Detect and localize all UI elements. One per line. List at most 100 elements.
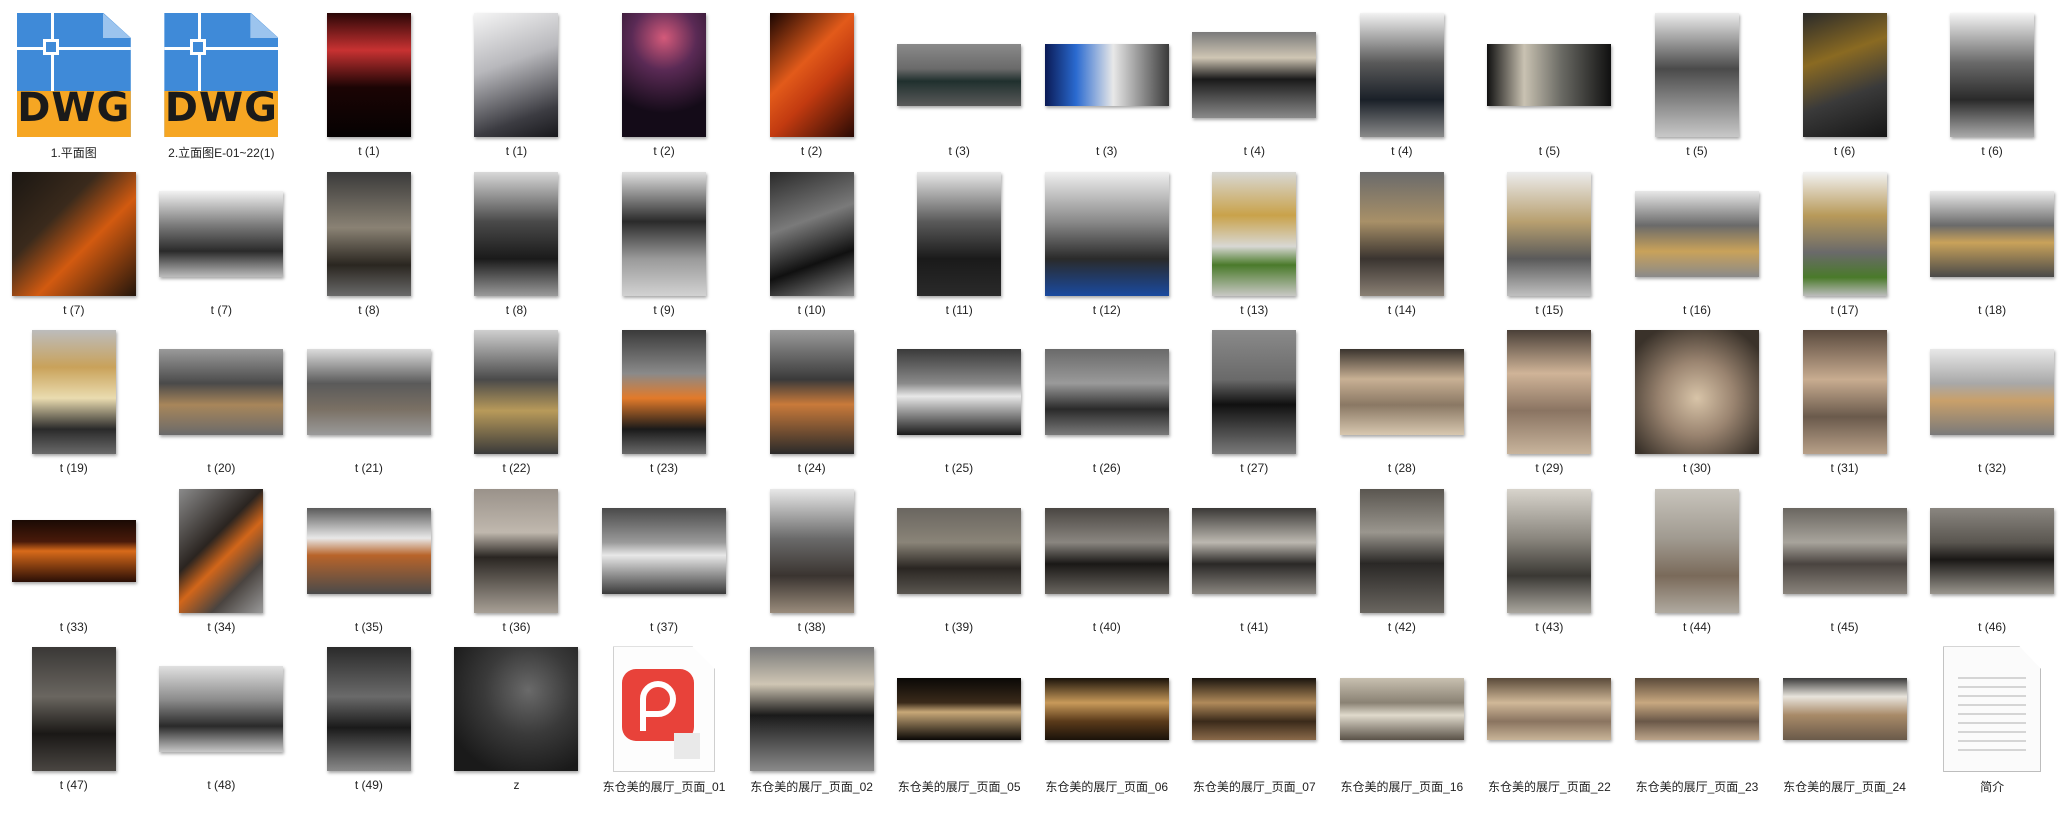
file-item[interactable]: DWG 2.立面图E-01~22(1)	[148, 10, 296, 169]
image-thumbnail	[622, 330, 707, 455]
file-name-label: 东仓美的展厅_页面_23	[1635, 780, 1759, 795]
file-item[interactable]: t (47)	[0, 644, 148, 803]
file-name-label: t (40)	[1092, 619, 1121, 634]
image-thumbnail	[1654, 13, 1739, 137]
file-name-label: t (47)	[59, 778, 88, 793]
file-item[interactable]: 东仓美的展厅_页面_01	[590, 644, 738, 803]
file-name-label: t (10)	[797, 302, 826, 317]
file-item[interactable]: t (8)	[443, 169, 591, 328]
file-item[interactable]: t (40)	[1033, 486, 1181, 645]
file-item[interactable]: t (45)	[1771, 486, 1919, 645]
thumbnail-container	[304, 327, 434, 457]
file-item[interactable]: 东仓美的展厅_页面_22	[1476, 644, 1624, 803]
file-item[interactable]: t (5)	[1476, 10, 1624, 169]
file-item[interactable]: t (14)	[1328, 169, 1476, 328]
file-item[interactable]: 东仓美的展厅_页面_07	[1181, 644, 1329, 803]
file-item[interactable]: t (35)	[295, 486, 443, 645]
thumbnail-container	[894, 10, 1024, 140]
file-item[interactable]: t (21)	[295, 327, 443, 486]
file-item[interactable]: 东仓美的展厅_页面_05	[885, 644, 1033, 803]
file-item[interactable]: t (26)	[1033, 327, 1181, 486]
file-item[interactable]: 简介	[1918, 644, 2066, 803]
thumbnail-container	[156, 486, 286, 616]
file-item[interactable]: 东仓美的展厅_页面_16	[1328, 644, 1476, 803]
file-item[interactable]: t (15)	[1476, 169, 1624, 328]
file-item[interactable]: t (22)	[443, 327, 591, 486]
file-name-label: t (3)	[1096, 144, 1118, 158]
file-item[interactable]: t (18)	[1918, 169, 2066, 328]
file-item[interactable]: t (23)	[590, 327, 738, 486]
thumbnail-container	[1484, 644, 1614, 774]
file-item[interactable]: t (33)	[0, 486, 148, 645]
file-item[interactable]: t (5)	[1623, 10, 1771, 169]
file-item[interactable]: t (11)	[885, 169, 1033, 328]
file-item[interactable]: t (43)	[1476, 486, 1624, 645]
file-item[interactable]: t (41)	[1181, 486, 1329, 645]
file-item[interactable]: t (6)	[1771, 10, 1919, 169]
file-item[interactable]: t (17)	[1771, 169, 1919, 328]
file-item[interactable]: t (3)	[885, 10, 1033, 169]
thumbnail-container	[451, 327, 581, 457]
file-item[interactable]: t (31)	[1771, 327, 1919, 486]
file-item[interactable]: t (20)	[148, 327, 296, 486]
file-name-label: t (24)	[797, 461, 826, 476]
image-thumbnail	[622, 171, 707, 296]
file-item[interactable]: t (2)	[590, 10, 738, 169]
file-item[interactable]: t (32)	[1918, 327, 2066, 486]
file-item[interactable]: t (2)	[738, 10, 886, 169]
file-item[interactable]: t (1)	[295, 10, 443, 169]
file-item[interactable]: t (24)	[738, 327, 886, 486]
file-item[interactable]: 东仓美的展厅_页面_24	[1771, 644, 1919, 803]
file-item[interactable]: t (36)	[443, 486, 591, 645]
thumbnail-container	[9, 169, 139, 299]
file-item[interactable]: t (16)	[1623, 169, 1771, 328]
file-item[interactable]: t (19)	[0, 327, 148, 486]
file-item[interactable]: t (28)	[1328, 327, 1476, 486]
file-item[interactable]: t (13)	[1181, 169, 1329, 328]
file-item[interactable]: t (48)	[148, 644, 296, 803]
file-item[interactable]: t (7)	[0, 169, 148, 328]
file-name-label: t (1)	[358, 144, 380, 158]
file-name-label: t (17)	[1830, 302, 1859, 317]
image-thumbnail	[454, 647, 579, 772]
file-item[interactable]: t (37)	[590, 486, 738, 645]
thumbnail-container	[1632, 327, 1762, 457]
file-item[interactable]: t (7)	[148, 169, 296, 328]
image-thumbnail	[1044, 171, 1169, 296]
image-thumbnail	[897, 44, 1022, 106]
file-item[interactable]: t (9)	[590, 169, 738, 328]
file-name-label: 东仓美的展厅_页面_24	[1783, 780, 1906, 795]
image-thumbnail	[1634, 330, 1759, 455]
file-item[interactable]: t (46)	[1918, 486, 2066, 645]
file-item[interactable]: t (25)	[885, 327, 1033, 486]
file-item[interactable]: 东仓美的展厅_页面_06	[1033, 644, 1181, 803]
file-item[interactable]: DWG 1.平面图	[0, 10, 148, 169]
file-item[interactable]: t (34)	[148, 486, 296, 645]
file-item[interactable]: t (30)	[1623, 327, 1771, 486]
file-item[interactable]: 东仓美的展厅_页面_02	[738, 644, 886, 803]
file-item[interactable]: t (4)	[1181, 10, 1329, 169]
file-item[interactable]: t (4)	[1328, 10, 1476, 169]
file-item[interactable]: z	[443, 644, 591, 803]
file-name-label: 东仓美的展厅_页面_02	[750, 780, 873, 795]
image-thumbnail	[326, 647, 411, 772]
file-item[interactable]: 东仓美的展厅_页面_23	[1623, 644, 1771, 803]
image-thumbnail	[1044, 678, 1169, 741]
file-item[interactable]: t (29)	[1476, 327, 1624, 486]
file-item[interactable]: t (49)	[295, 644, 443, 803]
file-item[interactable]: t (42)	[1328, 486, 1476, 645]
file-item[interactable]: t (3)	[1033, 10, 1181, 169]
file-item[interactable]: t (1)	[443, 10, 591, 169]
file-item[interactable]: t (12)	[1033, 169, 1181, 328]
file-item[interactable]: t (44)	[1623, 486, 1771, 645]
file-name-label: t (43)	[1535, 619, 1564, 634]
image-thumbnail	[917, 171, 1002, 296]
image-thumbnail	[1359, 171, 1444, 296]
file-item[interactable]: t (8)	[295, 169, 443, 328]
file-item[interactable]: t (38)	[738, 486, 886, 645]
file-item[interactable]: t (6)	[1918, 10, 2066, 169]
file-item[interactable]: t (10)	[738, 169, 886, 328]
file-item[interactable]: t (27)	[1181, 327, 1329, 486]
file-item[interactable]: t (39)	[885, 486, 1033, 645]
file-name-label: t (44)	[1682, 619, 1711, 634]
